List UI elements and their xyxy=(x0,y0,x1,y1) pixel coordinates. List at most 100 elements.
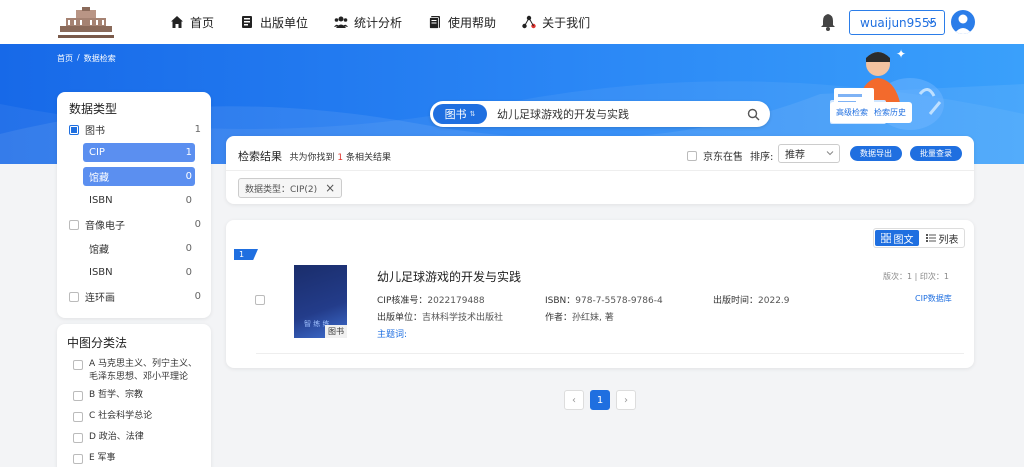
search-icon[interactable] xyxy=(747,108,760,121)
cip-database-link[interactable]: CIP数据库 xyxy=(915,293,952,304)
results-title: 检索结果 共为你找到 1 条相关结果 xyxy=(238,148,391,164)
view-list-button[interactable]: 列表 xyxy=(920,229,964,247)
nav-statistics-label: 统计分析 xyxy=(354,15,403,30)
view-grid-label: 图文 xyxy=(893,234,914,246)
subtype-isbn[interactable]: ISBN 0 xyxy=(83,191,195,210)
row-checkbox[interactable] xyxy=(255,295,265,305)
summary-pre: 共为你找到 xyxy=(289,153,335,163)
author-label: 作者： xyxy=(545,313,573,323)
checkbox[interactable] xyxy=(73,412,83,422)
results-count: 1 xyxy=(337,153,344,163)
date-label: 出版时间： xyxy=(713,296,759,306)
class-item-b[interactable]: B 哲学、宗教 xyxy=(73,389,205,402)
search-history-link[interactable]: 检索历史 xyxy=(874,107,906,118)
checkbox[interactable] xyxy=(73,391,83,401)
cover-type-tag: 图书 xyxy=(325,325,347,338)
subtype-count: 0 xyxy=(185,243,192,254)
checkbox[interactable] xyxy=(69,124,79,135)
type-book[interactable]: 图书 1 xyxy=(69,120,205,139)
search-input[interactable]: 幼儿足球游戏的开发与实践 xyxy=(497,106,747,122)
results-summary: 共为你找到 1 条相关结果 xyxy=(290,153,392,163)
home-icon xyxy=(171,16,183,28)
top-navbar: 首页 出版单位 统计分析 使用帮助 关于我们 wuaijun9555 xyxy=(0,0,1024,44)
checkbox[interactable] xyxy=(687,150,697,161)
subtype-count: 1 xyxy=(185,147,192,158)
view-grid-button[interactable]: 图文 xyxy=(875,230,919,246)
document-icon xyxy=(429,16,441,29)
sort-label: 排序: xyxy=(750,152,774,163)
avatar[interactable] xyxy=(951,10,975,34)
divider xyxy=(226,170,974,171)
type-count: 1 xyxy=(194,124,201,135)
cip-number: CIP核准号：2022179488 xyxy=(377,293,485,306)
checkbox[interactable] xyxy=(73,433,83,443)
type-comics[interactable]: 连环画 0 xyxy=(69,287,205,306)
subtype-label: 馆藏 xyxy=(89,173,109,184)
checkbox[interactable] xyxy=(73,454,83,464)
class-item-a[interactable]: A 马克思主义、列宁主义、毛泽东思想、邓小平理论 xyxy=(73,358,205,384)
nav-publishers[interactable]: 出版单位 xyxy=(240,14,308,31)
class-label: D 政治、法律 xyxy=(89,432,144,442)
bell-icon[interactable] xyxy=(820,13,836,31)
nav-home-label: 首页 xyxy=(190,15,215,30)
subject-keywords[interactable]: 主题词: xyxy=(377,327,407,340)
export-button[interactable]: 数据导出 xyxy=(850,146,902,161)
subtype-collection-av[interactable]: 馆藏 0 xyxy=(83,239,195,258)
class-label: B 哲学、宗教 xyxy=(89,390,144,400)
class-item-e[interactable]: E 军事 xyxy=(73,452,205,465)
batch-record-button[interactable]: 批量查录 xyxy=(910,146,962,161)
nav-statistics[interactable]: 统计分析 xyxy=(334,14,402,31)
date-value: 2022.9 xyxy=(758,296,790,306)
sort-select[interactable]: 推荐 xyxy=(778,144,840,163)
view-list-label: 列表 xyxy=(938,234,959,246)
page-1-button[interactable]: 1 xyxy=(590,390,610,410)
checkbox[interactable] xyxy=(69,219,79,230)
nav-home[interactable]: 首页 xyxy=(170,14,214,31)
checkbox[interactable] xyxy=(73,360,83,370)
breadcrumb-home[interactable]: 首页 xyxy=(57,53,73,64)
breadcrumb: 首页 / 数据检索 xyxy=(57,53,116,64)
chevron-down-icon xyxy=(826,151,834,156)
results-header: 检索结果 共为你找到 1 条相关结果 京东在售 排序: 推荐 数据导出 批量查录… xyxy=(226,136,974,204)
results-title-text: 检索结果 xyxy=(238,150,282,163)
type-audio-video[interactable]: 音像电子 0 xyxy=(69,215,205,234)
author: 作者：孙红妹, 著 xyxy=(545,310,614,323)
book-icon xyxy=(242,16,253,28)
next-page-button[interactable]: › xyxy=(616,390,636,410)
class-label: E 军事 xyxy=(89,453,116,463)
jd-filter[interactable]: 京东在售 xyxy=(687,148,743,163)
class-item-c[interactable]: C 社会科学总论 xyxy=(73,410,205,423)
nav-about[interactable]: 关于我们 xyxy=(522,14,590,31)
type-count: 0 xyxy=(194,219,201,230)
class-label: A 马克思主义、列宁主义、毛泽东思想、邓小平理论 xyxy=(89,359,198,382)
nav-help-label: 使用帮助 xyxy=(448,15,497,30)
advanced-search-link[interactable]: 高级检索 xyxy=(836,107,868,118)
search-type-selector[interactable]: 图书 ⇅ xyxy=(433,104,487,124)
subtype-cip[interactable]: CIP 1 xyxy=(83,143,195,162)
type-label: 连环画 xyxy=(85,293,115,304)
book-title[interactable]: 幼儿足球游戏的开发与实践 xyxy=(377,268,521,285)
subtype-label: CIP xyxy=(89,147,105,158)
checkbox[interactable] xyxy=(69,291,79,302)
prev-page-button[interactable]: ‹ xyxy=(564,390,584,410)
book-cover[interactable]: 智 练 练 图书 xyxy=(294,265,347,338)
publisher-value: 吉林科学技术出版社 xyxy=(422,313,504,323)
subtype-isbn-av[interactable]: ISBN 0 xyxy=(83,263,195,282)
subtype-collection[interactable]: 馆藏 0 xyxy=(83,167,195,186)
publish-date: 出版时间：2022.9 xyxy=(713,293,790,306)
user-dropdown[interactable]: wuaijun9555 xyxy=(849,10,945,35)
isbn-number: ISBN：978-7-5578-9786-4 xyxy=(545,293,663,306)
nav-help[interactable]: 使用帮助 xyxy=(428,14,496,31)
subtype-count: 0 xyxy=(185,195,192,206)
breadcrumb-sep: / xyxy=(77,53,80,62)
library-logo[interactable] xyxy=(54,6,118,40)
users-icon xyxy=(334,16,349,28)
author-value: 孙红妹, 著 xyxy=(572,313,614,323)
close-icon[interactable]: × xyxy=(325,181,335,195)
subtype-label: ISBN xyxy=(89,195,113,206)
class-item-d[interactable]: D 政治、法律 xyxy=(73,431,205,444)
network-icon xyxy=(522,15,536,29)
grid-icon xyxy=(880,233,891,243)
divider xyxy=(256,353,964,354)
nav-about-label: 关于我们 xyxy=(542,15,591,30)
